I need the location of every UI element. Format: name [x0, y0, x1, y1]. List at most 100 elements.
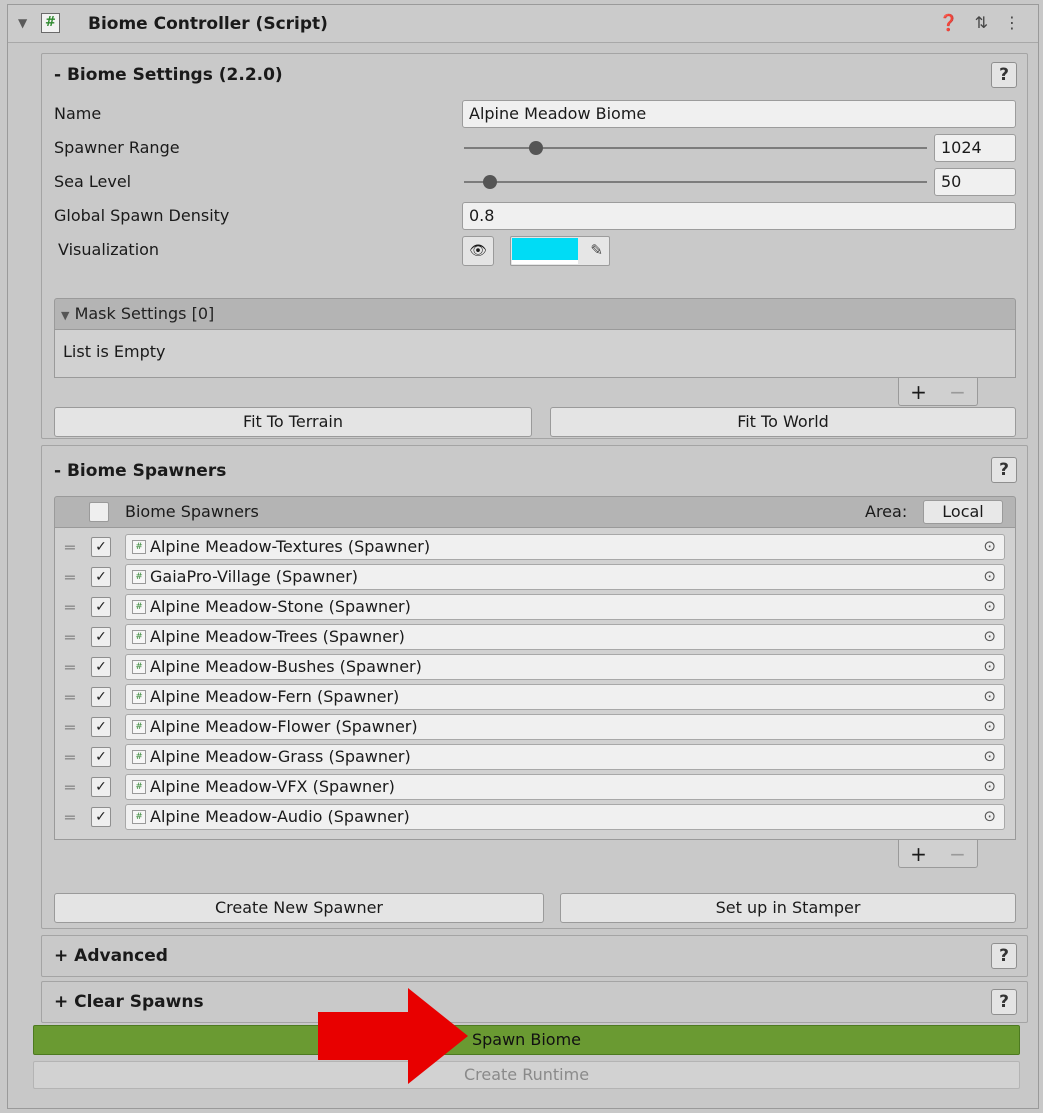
sea-level-field[interactable]: 50 [934, 168, 1016, 196]
advanced-help-button[interactable]: ? [991, 943, 1017, 969]
drag-handle-icon[interactable]: ═ [65, 808, 75, 827]
sea-level-slider-handle[interactable] [482, 175, 497, 189]
visibility-toggle-button[interactable]: 👁 [462, 236, 494, 266]
object-picker-icon[interactable]: ⊙ [983, 627, 996, 645]
spawner-row[interactable]: ═ ✓ # Alpine Meadow-Audio (Spawner) ⊙ [55, 802, 1015, 832]
clear-spawns-help-button[interactable]: ? [991, 989, 1017, 1015]
object-picker-icon[interactable]: ⊙ [983, 597, 996, 615]
biome-spawners-panel: - Biome Spawners ? Biome Spawners Area: … [41, 445, 1028, 929]
spawner-enabled-checkbox[interactable]: ✓ [91, 597, 111, 617]
preset-icon[interactable]: ⇅ [975, 13, 988, 32]
biome-settings-help-button[interactable]: ? [991, 62, 1017, 88]
spawner-row[interactable]: ═ ✓ # Alpine Meadow-Stone (Spawner) ⊙ [55, 592, 1015, 622]
spawner-enabled-checkbox[interactable]: ✓ [91, 687, 111, 707]
spawner-row[interactable]: ═ ✓ # Alpine Meadow-Flower (Spawner) ⊙ [55, 712, 1015, 742]
object-picker-icon[interactable]: ⊙ [983, 747, 996, 765]
spawner-enabled-checkbox[interactable]: ✓ [91, 627, 111, 647]
name-label: Name [54, 104, 102, 123]
spawner-range-field[interactable]: 1024 [934, 134, 1016, 162]
drag-handle-icon[interactable]: ═ [65, 628, 75, 647]
add-spawner-button[interactable]: + [910, 842, 927, 866]
advanced-title[interactable]: + Advanced [54, 946, 168, 966]
spawner-enabled-checkbox[interactable]: ✓ [91, 777, 111, 797]
drag-handle-icon[interactable]: ═ [65, 748, 75, 767]
select-all-checkbox[interactable] [89, 502, 109, 522]
fit-to-terrain-button[interactable]: Fit To Terrain [54, 407, 532, 437]
spawner-object-field[interactable]: # Alpine Meadow-Flower (Spawner) ⊙ [125, 714, 1005, 740]
spawner-row[interactable]: ═ ✓ # Alpine Meadow-Fern (Spawner) ⊙ [55, 682, 1015, 712]
spawner-add-remove: + − [898, 840, 978, 868]
biome-settings-title[interactable]: - Biome Settings (2.2.0) [54, 65, 283, 85]
object-picker-icon[interactable]: ⊙ [983, 777, 996, 795]
foldout-arrow-icon[interactable]: ▼ [18, 16, 27, 30]
help-icon[interactable]: ❓ [939, 13, 959, 32]
spawner-enabled-checkbox[interactable]: ✓ [91, 657, 111, 677]
object-picker-icon[interactable]: ⊙ [983, 687, 996, 705]
drag-handle-icon[interactable]: ═ [65, 538, 75, 557]
drag-handle-icon[interactable]: ═ [65, 568, 75, 587]
sea-level-slider[interactable] [464, 181, 927, 183]
object-picker-icon[interactable]: ⊙ [983, 657, 996, 675]
fit-to-world-button[interactable]: Fit To World [550, 407, 1016, 437]
spawner-row[interactable]: ═ ✓ # Alpine Meadow-VFX (Spawner) ⊙ [55, 772, 1015, 802]
name-field[interactable]: Alpine Meadow Biome [462, 100, 1016, 128]
spawner-range-slider-handle[interactable] [528, 141, 543, 155]
spawner-object-field[interactable]: # Alpine Meadow-Stone (Spawner) ⊙ [125, 594, 1005, 620]
spawner-enabled-checkbox[interactable]: ✓ [91, 747, 111, 767]
remove-mask-button[interactable]: − [949, 380, 966, 404]
drag-handle-icon[interactable]: ═ [65, 778, 75, 797]
spawner-object-field[interactable]: # Alpine Meadow-Textures (Spawner) ⊙ [125, 534, 1005, 560]
script-icon: # [41, 13, 60, 33]
object-picker-icon[interactable]: ⊙ [983, 807, 996, 825]
area-dropdown[interactable]: Local [923, 500, 1003, 524]
create-runtime-button[interactable]: Create Runtime [33, 1061, 1020, 1089]
object-picker-icon[interactable]: ⊙ [983, 567, 996, 585]
advanced-panel[interactable]: + Advanced ? [41, 935, 1028, 977]
clear-spawns-panel[interactable]: + Clear Spawns ? [41, 981, 1028, 1023]
spawner-object-field[interactable]: # Alpine Meadow-Grass (Spawner) ⊙ [125, 744, 1005, 770]
spawner-label: Alpine Meadow-Textures (Spawner) [150, 537, 431, 556]
spawner-object-field[interactable]: # Alpine Meadow-VFX (Spawner) ⊙ [125, 774, 1005, 800]
remove-spawner-button[interactable]: − [949, 842, 966, 866]
spawner-object-field[interactable]: # Alpine Meadow-Bushes (Spawner) ⊙ [125, 654, 1005, 680]
color-swatch[interactable] [512, 238, 578, 260]
mask-empty-text: List is Empty [63, 342, 166, 361]
mask-settings-header[interactable]: ▼ Mask Settings [0] [54, 298, 1016, 330]
spawner-row[interactable]: ═ ✓ # Alpine Meadow-Grass (Spawner) ⊙ [55, 742, 1015, 772]
spawner-row[interactable]: ═ ✓ # Alpine Meadow-Textures (Spawner) ⊙ [55, 532, 1015, 562]
spawn-biome-button[interactable]: Spawn Biome [33, 1025, 1020, 1055]
eye-icon: 👁 [469, 243, 487, 259]
spawner-object-field[interactable]: # GaiaPro-Village (Spawner) ⊙ [125, 564, 1005, 590]
clear-spawns-title[interactable]: + Clear Spawns [54, 992, 204, 1012]
object-picker-icon[interactable]: ⊙ [983, 717, 996, 735]
biome-spawners-help-button[interactable]: ? [991, 457, 1017, 483]
spawner-enabled-checkbox[interactable]: ✓ [91, 807, 111, 827]
spawner-label: Alpine Meadow-Stone (Spawner) [150, 597, 411, 616]
density-field[interactable]: 0.8 [462, 202, 1016, 230]
mask-add-remove: + − [898, 378, 978, 406]
area-label: Area: [865, 502, 908, 521]
drag-handle-icon[interactable]: ═ [65, 658, 75, 677]
density-row: Global Spawn Density 0.8 [54, 202, 1016, 232]
add-mask-button[interactable]: + [910, 380, 927, 404]
set-up-in-stamper-button[interactable]: Set up in Stamper [560, 893, 1016, 923]
biome-spawners-title[interactable]: - Biome Spawners [54, 461, 226, 481]
spawner-object-field[interactable]: # Alpine Meadow-Audio (Spawner) ⊙ [125, 804, 1005, 830]
spawner-enabled-checkbox[interactable]: ✓ [91, 537, 111, 557]
spawner-enabled-checkbox[interactable]: ✓ [91, 717, 111, 737]
component-header[interactable]: ▼ # Biome Controller (Script) ❓ ⇅ ⋮ [8, 5, 1038, 43]
spawner-object-field[interactable]: # Alpine Meadow-Trees (Spawner) ⊙ [125, 624, 1005, 650]
eyedropper-icon[interactable]: ✎ [590, 241, 603, 259]
drag-handle-icon[interactable]: ═ [65, 688, 75, 707]
spawner-row[interactable]: ═ ✓ # Alpine Meadow-Trees (Spawner) ⊙ [55, 622, 1015, 652]
spawner-row[interactable]: ═ ✓ # Alpine Meadow-Bushes (Spawner) ⊙ [55, 652, 1015, 682]
create-new-spawner-button[interactable]: Create New Spawner [54, 893, 544, 923]
spawner-enabled-checkbox[interactable]: ✓ [91, 567, 111, 587]
spawner-object-field[interactable]: # Alpine Meadow-Fern (Spawner) ⊙ [125, 684, 1005, 710]
spawner-row[interactable]: ═ ✓ # GaiaPro-Village (Spawner) ⊙ [55, 562, 1015, 592]
object-picker-icon[interactable]: ⊙ [983, 537, 996, 555]
more-options-icon[interactable]: ⋮ [1004, 13, 1020, 32]
drag-handle-icon[interactable]: ═ [65, 598, 75, 617]
visualization-color-field[interactable]: ✎ [510, 236, 610, 266]
drag-handle-icon[interactable]: ═ [65, 718, 75, 737]
